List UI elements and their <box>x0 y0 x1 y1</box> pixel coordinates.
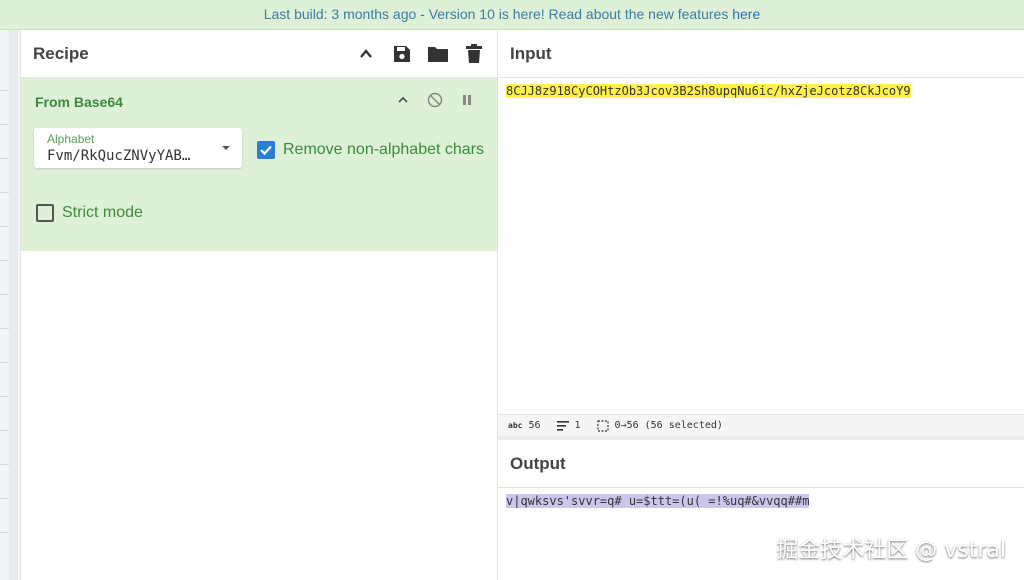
output-text: v|qwksvs'svvr=q# u=$ttt=(u( =!%uq#&vvqq#… <box>506 494 810 508</box>
pause-icon[interactable] <box>457 90 477 110</box>
chevron-up-icon[interactable] <box>393 90 413 110</box>
operation-from-base64: From Base64 Alphabet Fvm/RkQucZNVyYAB… R… <box>21 78 497 251</box>
update-banner: Last build: 3 months ago - Version 10 is… <box>0 0 1024 30</box>
output-title: Output <box>510 453 566 473</box>
selection-status: 0→56 (56 selected) <box>596 419 723 432</box>
input-pane: Input 8CJJ8z918CyCOHtzOb3Jcov3B2Sh8upqNu… <box>498 30 1024 414</box>
operation-row-divider <box>0 328 9 329</box>
disable-icon[interactable] <box>425 90 445 110</box>
lines-value: 1 <box>574 420 581 431</box>
recipe-pane: Recipe From Base64 Alphabet Fvm/RkQucZNV… <box>21 30 498 580</box>
lines-status: 1 <box>556 420 581 431</box>
length-value: 56 <box>528 420 541 431</box>
operation-row-divider <box>0 260 9 261</box>
output-header: Output <box>498 440 1024 488</box>
operation-title: From Base64 <box>35 94 123 110</box>
recipe-header: Recipe <box>21 30 497 78</box>
lines-icon <box>556 420 569 431</box>
operation-row-divider <box>0 498 9 499</box>
banner-link[interactable]: here <box>732 6 760 22</box>
input-textarea[interactable]: 8CJJ8z918CyCOHtzOb3Jcov3B2Sh8upqNu6ic/hx… <box>506 84 911 98</box>
operations-scrollbar[interactable] <box>9 30 18 580</box>
operation-row-divider <box>0 90 9 91</box>
recipe-title: Recipe <box>33 43 89 63</box>
operation-row-divider <box>0 396 9 397</box>
input-header: Input <box>498 30 1024 78</box>
operation-row-divider <box>0 430 9 431</box>
output-textarea[interactable]: v|qwksvs'svvr=q# u=$ttt=(u( =!%uq#&vvqq#… <box>506 494 810 508</box>
operation-row-divider <box>0 158 9 159</box>
alphabet-label: Alphabet <box>47 132 95 146</box>
operations-strip <box>0 30 21 580</box>
checkbox-checked-icon[interactable] <box>257 141 275 159</box>
length-status: abc 56 <box>508 420 541 431</box>
remove-non-alphabet-checkbox[interactable]: Remove non-alphabet chars <box>257 141 484 159</box>
folder-icon[interactable] <box>427 43 449 65</box>
selection-value: 0→56 (56 selected) <box>614 420 723 431</box>
alphabet-select[interactable]: Alphabet Fvm/RkQucZNVyYAB… <box>34 128 242 168</box>
operation-row-divider <box>0 464 9 465</box>
trash-icon[interactable] <box>463 43 485 65</box>
alphabet-value: Fvm/RkQucZNVyYAB… <box>47 148 191 164</box>
chevron-down-icon <box>222 146 230 150</box>
selection-icon <box>596 419 609 432</box>
input-title: Input <box>510 43 552 63</box>
abc-icon: abc <box>508 421 523 430</box>
operation-row-divider <box>0 192 9 193</box>
banner-text: Last build: 3 months ago - Version 10 is… <box>263 6 733 22</box>
operation-row-divider <box>0 362 9 363</box>
operation-row-divider <box>0 124 9 125</box>
strict-mode-checkbox[interactable]: Strict mode <box>36 204 143 222</box>
watermark: 掘金技术社区 @ vstral <box>776 538 1006 563</box>
chevron-up-icon[interactable] <box>355 43 377 65</box>
operation-row-divider <box>0 294 9 295</box>
input-status-bar: abc 56 1 0→56 (56 selected) <box>498 414 1024 436</box>
operation-controls <box>393 90 477 110</box>
checkbox-unchecked-icon[interactable] <box>36 204 54 222</box>
operation-row-divider <box>0 226 9 227</box>
save-icon[interactable] <box>391 43 413 65</box>
recipe-toolbar <box>355 43 485 65</box>
remove-non-alphabet-label: Remove non-alphabet chars <box>283 141 485 158</box>
strict-mode-label: Strict mode <box>62 204 143 221</box>
operation-row-divider <box>0 532 9 533</box>
input-text: 8CJJ8z918CyCOHtzOb3Jcov3B2Sh8upqNu6ic/hx… <box>506 84 911 98</box>
